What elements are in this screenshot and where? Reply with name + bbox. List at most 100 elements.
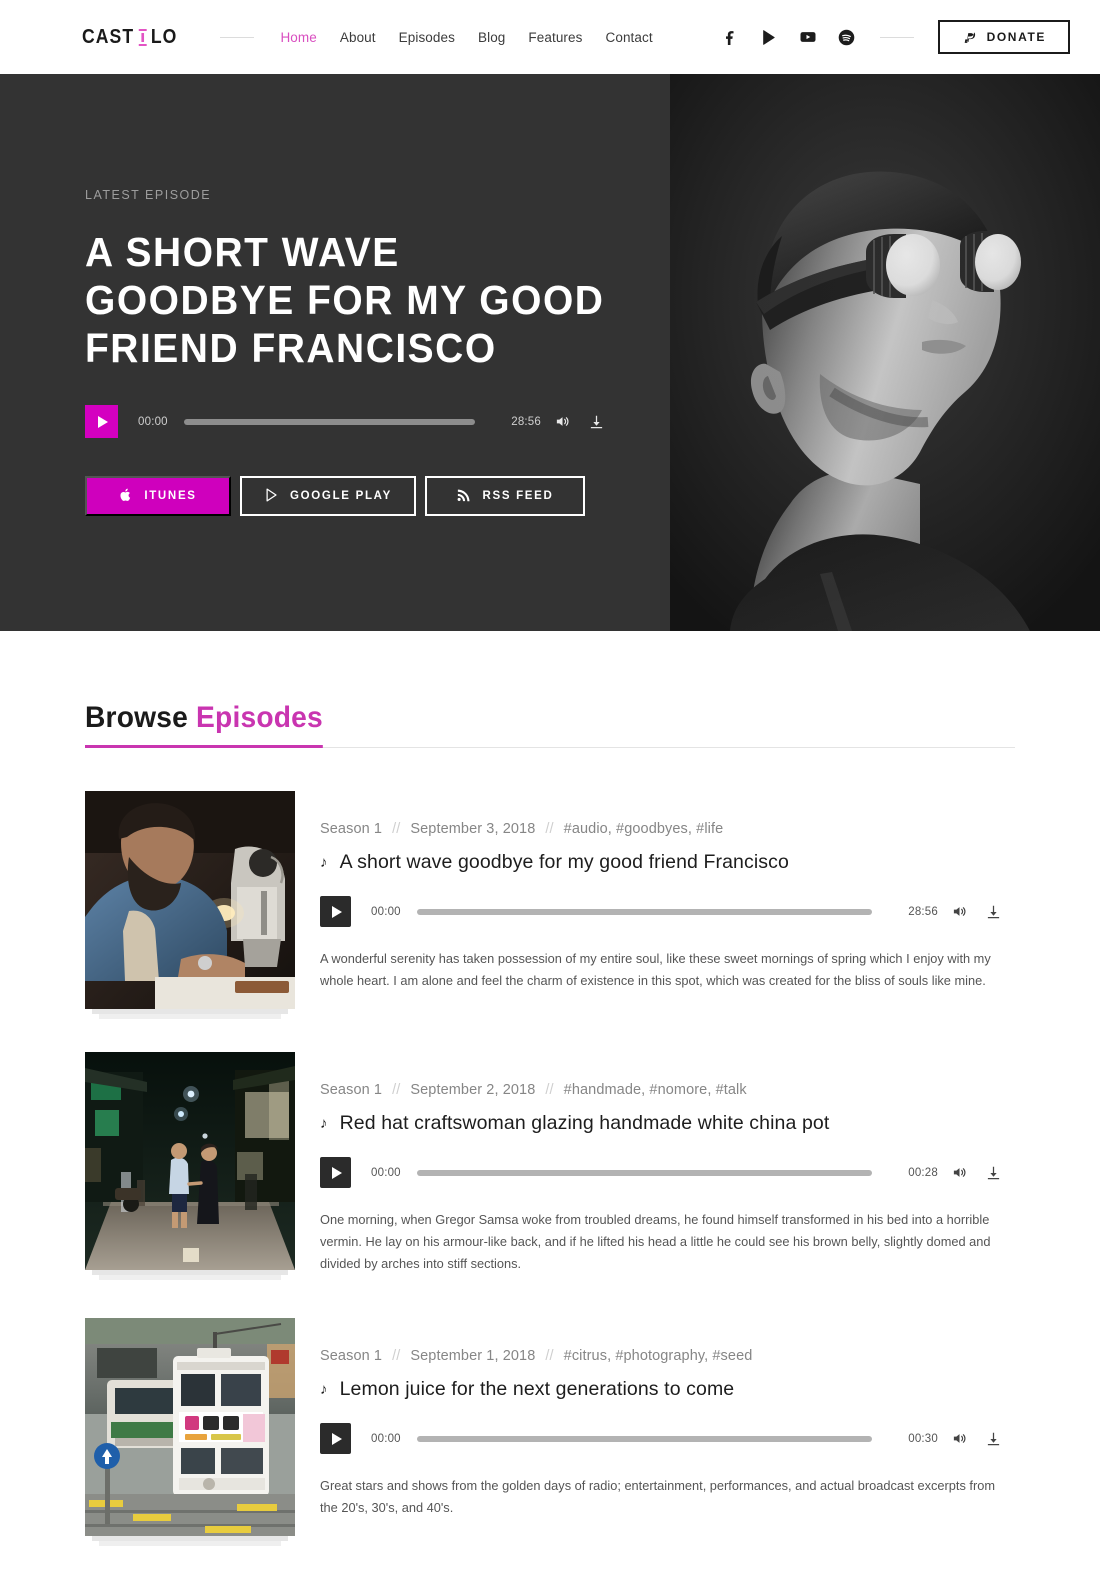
progress-bar[interactable] [416, 908, 873, 915]
current-time: 00:00 [371, 905, 401, 918]
episode-description: One morning, when Gregor Samsa woke from… [320, 1212, 991, 1271]
itunes-button[interactable]: ITUNES [85, 476, 231, 516]
social-links [721, 28, 856, 46]
volume-icon[interactable] [553, 413, 571, 431]
episode-meta: Season 1 // September 3, 2018 // #audio,… [320, 821, 1015, 837]
nav-item-blog[interactable]: Blog [478, 30, 505, 45]
volume-icon[interactable] [950, 1430, 968, 1448]
play-button[interactable] [85, 405, 118, 438]
volume-icon[interactable] [950, 1164, 968, 1182]
episode-thumbnail-wrap[interactable] [85, 791, 295, 1019]
episode-tags[interactable]: #handmade, #nomore, #talk [564, 1082, 747, 1098]
episode-title[interactable]: ♪ A short wave goodbye for my good frien… [320, 851, 1015, 874]
meta-separator: // [392, 821, 401, 837]
episode-thumbnail-wrap[interactable] [85, 1052, 295, 1280]
hero-section: LATEST EPISODE A SHORT WAVE GOODBYE FOR … [0, 74, 1100, 631]
volume-icon[interactable] [950, 903, 968, 921]
meta-separator: // [392, 1348, 401, 1364]
episode-thumbnail [85, 1318, 295, 1536]
progress-bar[interactable] [416, 1435, 873, 1442]
play-icon [97, 415, 108, 428]
episode-title[interactable]: ♪ Red hat craftswoman glazing handmade w… [320, 1112, 1015, 1135]
google-play-button[interactable]: GOOGLE PLAY [240, 476, 416, 516]
current-time: 00:00 [371, 1166, 401, 1179]
facebook-icon[interactable] [721, 28, 739, 46]
youtube-icon[interactable] [799, 28, 817, 46]
duration: 28:56 [908, 905, 938, 918]
episode-title-text: Lemon juice for the next generations to … [339, 1378, 735, 1400]
episode-audio-player: 00:00 00:28 [320, 1157, 1002, 1188]
episode-audio-player: 00:00 00:30 [320, 1423, 1002, 1454]
rss-icon [456, 487, 471, 506]
thumbnail-shadow [99, 1014, 281, 1019]
google-play-button-label: GOOGLE PLAY [290, 490, 392, 502]
episode-title-text: Red hat craftswoman glazing handmade whi… [339, 1112, 830, 1134]
episode-thumbnail [85, 1052, 295, 1270]
header-divider [220, 36, 255, 38]
music-note-icon: ♪ [320, 854, 328, 871]
episode-title[interactable]: ♪ Lemon juice for the next generations t… [320, 1378, 1015, 1401]
google-play-icon[interactable] [760, 28, 778, 46]
play-button[interactable] [320, 1423, 351, 1454]
download-icon[interactable] [984, 1164, 1002, 1182]
header-right-cluster: DONATE [721, 20, 1070, 54]
logo-text-left: CAST [82, 25, 135, 48]
download-icon[interactable] [984, 903, 1002, 921]
episode-audio-player: 00:00 28:56 [320, 896, 1002, 927]
apple-icon [119, 487, 133, 506]
nav-item-episodes[interactable]: Episodes [399, 30, 455, 45]
play-icon [331, 1432, 342, 1445]
episode-tags[interactable]: #audio, #goodbyes, #life [564, 821, 724, 837]
episode-item: Season 1 // September 1, 2018 // #citrus… [85, 1275, 1015, 1546]
download-icon[interactable] [587, 413, 605, 431]
paypal-icon [962, 28, 977, 47]
section-heading-first: Browse [85, 701, 189, 734]
progress-bar[interactable] [416, 1169, 873, 1176]
play-button[interactable] [320, 896, 351, 927]
episode-season: Season 1 [320, 1348, 383, 1364]
episode-description: Great stars and shows from the golden da… [320, 1478, 996, 1515]
microphone-icon [138, 28, 147, 46]
current-time: 00:00 [371, 1432, 401, 1445]
hero-image [670, 74, 1100, 631]
thumbnail-shadow [99, 1541, 281, 1546]
episode-tags[interactable]: #citrus, #photography, #seed [564, 1348, 753, 1364]
hero-eyebrow: LATEST EPISODE [85, 188, 212, 202]
episode-meta: Season 1 // September 1, 2018 // #citrus… [320, 1348, 1015, 1364]
download-icon[interactable] [984, 1430, 1002, 1448]
nav-item-features[interactable]: Features [528, 30, 582, 45]
subscribe-buttons: ITUNES GOOGLE PLAY RSS FEED [85, 476, 640, 516]
play-button[interactable] [320, 1157, 351, 1188]
episode-meta: Season 1 // September 2, 2018 // #handma… [320, 1082, 1015, 1098]
main-navigation: Home About Episodes Blog Features Contac… [280, 30, 652, 45]
progress-bar[interactable] [183, 418, 476, 425]
meta-separator: // [392, 1082, 401, 1098]
nav-item-about[interactable]: About [340, 30, 376, 45]
episode-item: Season 1 // September 2, 2018 // #handma… [85, 1009, 1015, 1280]
rss-feed-button[interactable]: RSS FEED [425, 476, 585, 516]
episode-date: September 1, 2018 [410, 1348, 536, 1364]
section-heading-accent: Episodes [196, 701, 323, 734]
episode-body: Season 1 // September 1, 2018 // #citrus… [320, 1318, 1015, 1536]
episode-thumbnail-wrap[interactable] [85, 1318, 295, 1546]
header-divider-2 [879, 36, 914, 38]
episode-body: Season 1 // September 3, 2018 // #audio,… [320, 791, 1015, 1009]
site-header: CAST LO Home About Episodes Blog Feature… [0, 0, 1100, 74]
logo-text-right: LO [150, 25, 178, 48]
site-logo[interactable]: CAST LO [82, 26, 177, 49]
donate-button[interactable]: DONATE [937, 20, 1070, 54]
episode-season: Season 1 [320, 821, 383, 837]
nav-item-home[interactable]: Home [280, 30, 316, 45]
episode-item: Season 1 // September 3, 2018 // #audio,… [85, 748, 1015, 1019]
episode-title-text: A short wave goodbye for my good friend … [339, 851, 789, 873]
spotify-icon[interactable] [838, 28, 856, 46]
duration: 00:28 [908, 1166, 938, 1179]
rss-feed-button-label: RSS FEED [482, 490, 554, 502]
hero-audio-player: 00:00 28:56 [85, 405, 605, 438]
nav-item-contact[interactable]: Contact [605, 30, 652, 45]
duration: 28:56 [511, 415, 541, 428]
duration: 00:30 [908, 1432, 938, 1445]
episode-description: A wonderful serenity has taken possessio… [320, 951, 991, 988]
episode-body: Season 1 // September 2, 2018 // #handma… [320, 1052, 1015, 1275]
browse-episodes-section: Browse Episodes Season 1 // September 3,… [0, 631, 1100, 1576]
